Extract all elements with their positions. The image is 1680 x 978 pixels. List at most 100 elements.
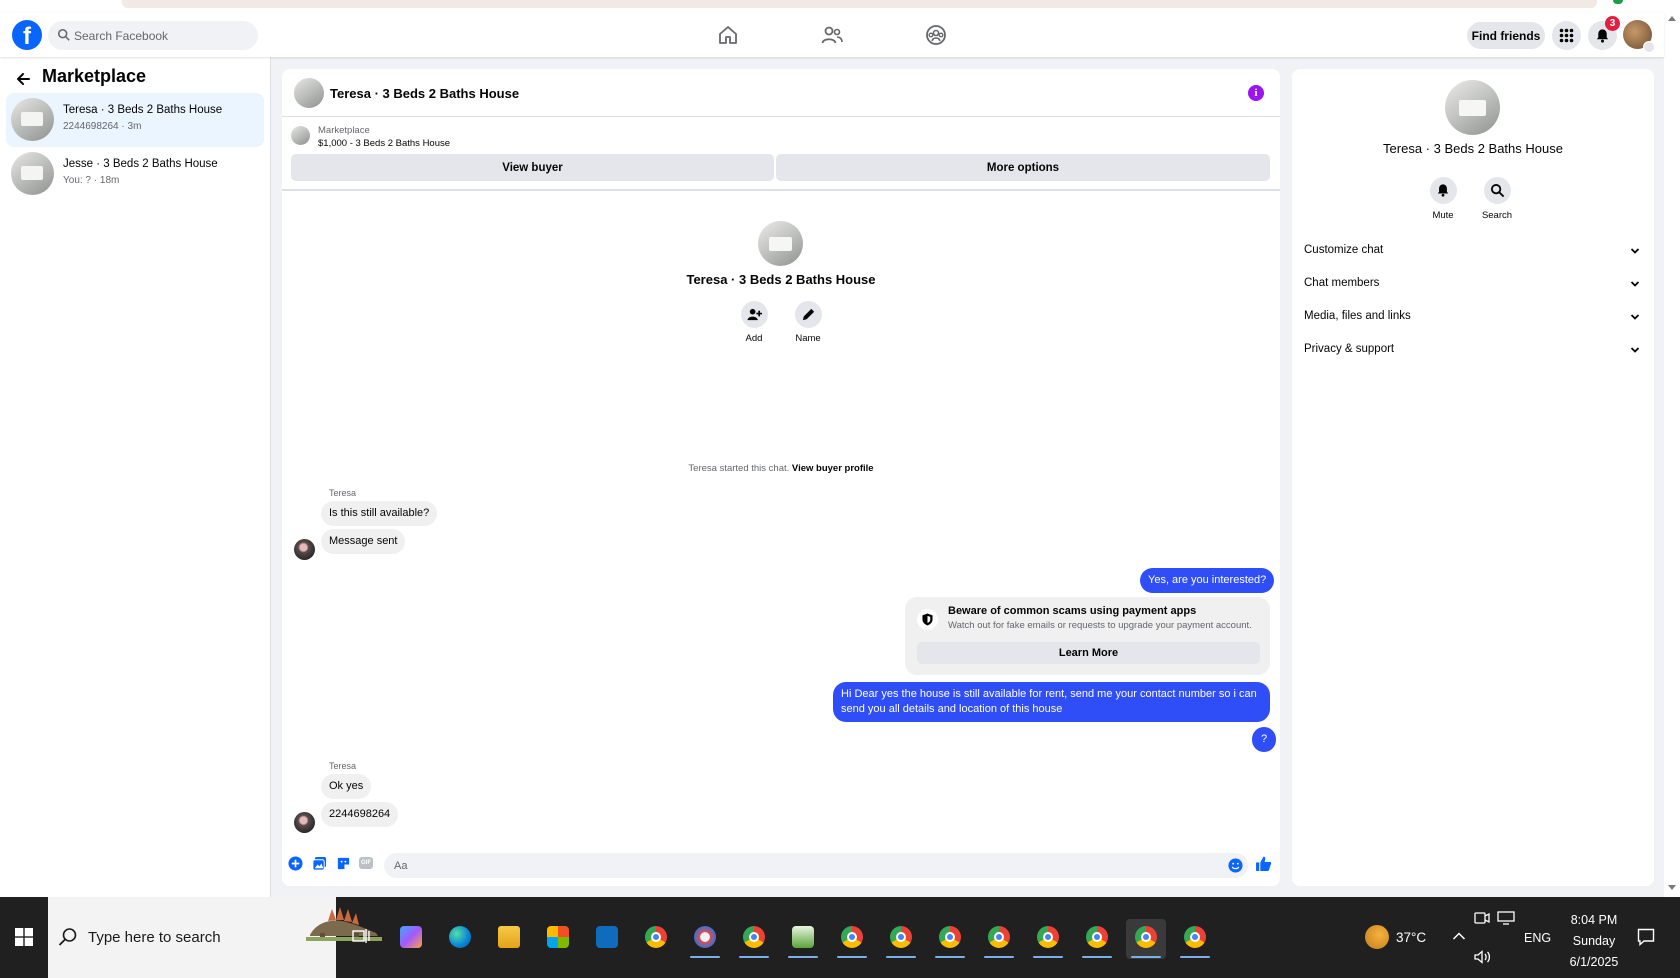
name-chat-action[interactable]: Name bbox=[788, 301, 828, 344]
incoming-message[interactable]: 2244698264 bbox=[321, 802, 399, 827]
thumbs-up-icon[interactable] bbox=[1255, 855, 1272, 872]
sender-avatar[interactable] bbox=[294, 539, 315, 560]
facebook-search[interactable] bbox=[48, 21, 258, 50]
section-chat-members[interactable]: Chat members bbox=[1304, 272, 1644, 296]
windows-taskbar: 37°C ENG 8:04 PM Sunday 6/1/2025 bbox=[0, 897, 1680, 978]
outgoing-message[interactable]: ? bbox=[1252, 727, 1276, 752]
outgoing-message[interactable]: Hi Dear yes the house is still available… bbox=[833, 682, 1270, 722]
facebook-search-input[interactable] bbox=[74, 21, 254, 50]
page-scrollbar[interactable] bbox=[1664, 13, 1680, 897]
chevron-down-icon bbox=[1630, 314, 1640, 320]
running-indicator bbox=[984, 956, 1014, 958]
taskbar-copilot-app[interactable] bbox=[391, 919, 431, 959]
groups-icon[interactable] bbox=[924, 23, 948, 47]
taskbar-chrome-window-6[interactable] bbox=[1077, 919, 1117, 959]
find-friends-button[interactable]: Find friends bbox=[1467, 22, 1545, 49]
back-arrow-icon[interactable] bbox=[15, 71, 31, 87]
chat-avatar[interactable] bbox=[294, 78, 324, 108]
folder-icon bbox=[498, 926, 520, 948]
notification-center-icon[interactable] bbox=[1637, 928, 1655, 946]
listing-thumbnail[interactable] bbox=[291, 126, 310, 145]
taskbar-sheets-app[interactable] bbox=[783, 919, 823, 959]
plus-circle-icon[interactable] bbox=[288, 856, 303, 871]
view-buyer-button[interactable]: View buyer bbox=[291, 154, 774, 181]
emoji-icon[interactable] bbox=[1228, 858, 1243, 873]
conversation-name: Teresa · 3 Beds 2 Baths House bbox=[63, 104, 223, 116]
friends-icon[interactable] bbox=[820, 23, 844, 47]
mute-action[interactable]: Mute bbox=[1418, 177, 1468, 221]
taskbar-chrome-window-4[interactable] bbox=[979, 919, 1019, 959]
chrome-icon bbox=[1135, 926, 1157, 948]
taskbar-chrome-window-5[interactable] bbox=[1028, 919, 1068, 959]
taskbar-chrome-window-active[interactable] bbox=[1126, 919, 1166, 959]
outgoing-message[interactable]: Yes, are you interested? bbox=[1140, 568, 1275, 593]
language-indicator[interactable]: ENG bbox=[1524, 931, 1551, 945]
photo-icon[interactable] bbox=[312, 856, 327, 871]
volume-icon[interactable] bbox=[1474, 950, 1492, 964]
grid-menu-icon bbox=[1559, 28, 1574, 43]
running-indicator bbox=[1180, 956, 1210, 958]
scroll-down-arrow-icon[interactable] bbox=[1668, 885, 1676, 890]
intro-avatar bbox=[758, 221, 803, 266]
home-icon[interactable] bbox=[716, 23, 740, 47]
chrome-icon bbox=[890, 926, 912, 948]
taskbar-search-input[interactable] bbox=[88, 924, 238, 950]
running-indicator bbox=[1131, 956, 1161, 958]
conversation-item-teresa[interactable]: Teresa · 3 Beds 2 Baths House 2244698264… bbox=[6, 93, 264, 147]
listing-price-title[interactable]: $1,000 - 3 Beds 2 Baths House bbox=[318, 138, 450, 149]
task-view-icon[interactable] bbox=[352, 928, 370, 944]
info-icon[interactable]: i bbox=[1248, 85, 1264, 101]
incoming-message[interactable]: Message sent bbox=[321, 529, 406, 554]
section-customize-chat[interactable]: Customize chat bbox=[1304, 239, 1644, 263]
incoming-message[interactable]: Ok yes bbox=[321, 774, 372, 799]
more-options-button[interactable]: More options bbox=[776, 154, 1270, 181]
sticker-icon[interactable] bbox=[336, 856, 351, 871]
taskbar-chrome-window-8[interactable] bbox=[1175, 919, 1215, 959]
incoming-message[interactable]: Is this still available? bbox=[321, 501, 438, 526]
conversation-item-jesse[interactable]: Jesse · 3 Beds 2 Baths House You: ? · 18… bbox=[6, 147, 264, 201]
taskbar-edge-app[interactable] bbox=[440, 919, 480, 959]
chrome-icon bbox=[743, 926, 765, 948]
section-label: Privacy & support bbox=[1304, 343, 1395, 355]
taskbar-outlook-app[interactable] bbox=[587, 919, 627, 959]
bell-icon bbox=[1596, 29, 1609, 43]
taskbar-chrome-window-2[interactable] bbox=[881, 919, 921, 959]
edge-icon bbox=[449, 926, 471, 948]
windows-start-icon[interactable] bbox=[15, 928, 33, 946]
facebook-logo[interactable]: f bbox=[12, 20, 42, 50]
taskbar-chrome-window-1[interactable] bbox=[832, 919, 872, 959]
learn-more-button[interactable]: Learn More bbox=[917, 642, 1260, 664]
search-action[interactable]: Search bbox=[1472, 177, 1522, 221]
sender-avatar[interactable] bbox=[294, 812, 315, 833]
section-media-files-links[interactable]: Media, files and links bbox=[1304, 305, 1644, 329]
taskbar-search-box[interactable] bbox=[48, 897, 382, 978]
taskbar-store-app[interactable] bbox=[538, 919, 578, 959]
outlook-icon bbox=[596, 926, 618, 948]
running-indicator bbox=[788, 956, 818, 958]
running-indicator bbox=[1082, 956, 1112, 958]
clock[interactable]: 8:04 PM Sunday 6/1/2025 bbox=[1566, 910, 1622, 973]
network-icon[interactable] bbox=[1497, 911, 1515, 925]
taskbar-file-explorer-app[interactable] bbox=[489, 919, 529, 959]
account-chevron-icon[interactable] bbox=[1643, 41, 1655, 53]
gif-icon[interactable]: GIF bbox=[359, 857, 373, 869]
taskbar-chrome-app[interactable] bbox=[636, 919, 676, 959]
taskbar-chrome-gmail-app[interactable] bbox=[734, 919, 774, 959]
message-input[interactable] bbox=[394, 853, 1194, 878]
taskbar-chrome-window-3[interactable] bbox=[930, 919, 970, 959]
section-label: Chat members bbox=[1304, 277, 1380, 289]
taskbar-paint-app[interactable] bbox=[685, 919, 725, 959]
section-privacy-support[interactable]: Privacy & support bbox=[1304, 338, 1644, 362]
view-buyer-profile-link[interactable]: View buyer profile bbox=[792, 463, 874, 474]
conversation-meta: 2244698264 · 3m bbox=[63, 121, 142, 132]
scroll-up-arrow-icon[interactable] bbox=[1668, 16, 1676, 21]
chat-title[interactable]: Teresa · 3 Beds 2 Baths House bbox=[330, 86, 519, 101]
temperature-readout[interactable]: 37°C bbox=[1396, 930, 1426, 945]
menu-button[interactable] bbox=[1552, 21, 1581, 50]
weather-icon[interactable] bbox=[1365, 925, 1389, 949]
conversation-meta: You: ? · 18m bbox=[63, 175, 120, 186]
meet-now-icon[interactable] bbox=[1474, 911, 1490, 925]
add-people-action[interactable]: Add bbox=[734, 301, 774, 344]
mute-label: Mute bbox=[1432, 210, 1454, 221]
chevron-up-icon[interactable] bbox=[1452, 931, 1466, 941]
